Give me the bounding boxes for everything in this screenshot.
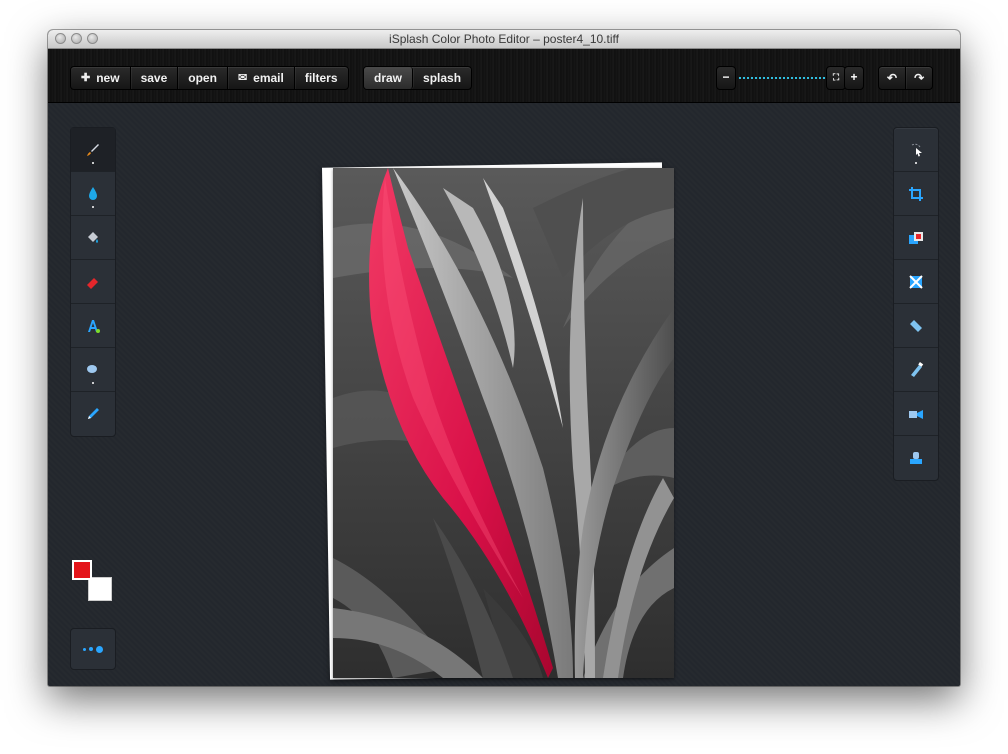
splash-mode-button[interactable]: splash [413, 67, 471, 89]
pen-tool[interactable] [71, 392, 115, 436]
mode-switch: draw splash [363, 66, 473, 90]
text-tool[interactable] [71, 304, 115, 348]
crop-icon [909, 186, 923, 201]
text-icon [88, 319, 100, 333]
open-label: open [188, 71, 217, 85]
pencil-tool[interactable] [894, 348, 938, 392]
stamp-tool[interactable] [894, 436, 938, 480]
ruler-tool[interactable] [894, 304, 938, 348]
canvas-area[interactable] [48, 103, 960, 686]
fit-screen-button[interactable]: ⛶ [826, 66, 846, 90]
paint-bucket-tool[interactable] [71, 216, 115, 260]
brush-size-selector[interactable] [70, 628, 116, 670]
brush-tool[interactable] [71, 128, 115, 172]
transform-icon [909, 274, 923, 289]
brush-icon [87, 143, 99, 156]
select-tool[interactable] [894, 128, 938, 172]
right-tool-palette [893, 127, 939, 481]
title-bar: iSplash Color Photo Editor – poster4_10.… [48, 30, 960, 49]
new-button[interactable]: ✚ new [71, 67, 131, 89]
new-label: new [96, 71, 120, 85]
brush-size-medium-icon [89, 647, 93, 651]
pen-icon [88, 408, 99, 419]
leaf-photo [333, 168, 674, 678]
ruler-icon [910, 319, 922, 332]
select-icon [911, 143, 922, 156]
paint-bucket-icon [88, 231, 98, 243]
draw-mode-button[interactable]: draw [364, 67, 414, 89]
draw-label: draw [374, 71, 403, 85]
stamp-icon [910, 452, 922, 464]
brush-size-large-icon [96, 645, 103, 653]
crop-tool[interactable] [894, 172, 938, 216]
open-button[interactable]: open [178, 67, 228, 89]
email-button[interactable]: ✉ email [228, 67, 295, 89]
zoom-out-button[interactable]: − [716, 66, 736, 90]
file-actions-group: ✚ new save open ✉ email filters [70, 66, 349, 90]
email-label: email [253, 71, 284, 85]
envelope-icon: ✉ [237, 72, 248, 84]
undo-button[interactable]: ↶ [879, 67, 907, 89]
video-tool[interactable] [894, 392, 938, 436]
filters-button[interactable]: filters [295, 67, 348, 89]
eraser-tool[interactable] [71, 260, 115, 304]
zoom-in-button[interactable]: + [844, 66, 864, 90]
filters-label: filters [304, 71, 338, 85]
save-button[interactable]: save [131, 67, 179, 89]
zoom-slider[interactable] [738, 77, 826, 79]
left-tool-palette [70, 127, 116, 437]
redo-button[interactable]: ↷ [906, 67, 932, 89]
photo-canvas[interactable] [333, 168, 674, 678]
history-group: ↶ ↷ [878, 66, 934, 90]
pencil-icon [911, 361, 924, 377]
layers-icon [909, 231, 923, 244]
save-label: save [140, 71, 168, 85]
main-toolbar: ✚ new save open ✉ email filters draw splas… [48, 49, 960, 103]
plus-icon: ✚ [81, 72, 91, 84]
brush-size-small-icon [83, 647, 86, 651]
drop-icon [89, 186, 97, 200]
layers-tool[interactable] [894, 216, 938, 260]
eraser-icon [87, 277, 98, 289]
video-icon [909, 409, 923, 419]
background-color-swatch[interactable] [88, 577, 112, 601]
smudge-tool[interactable] [71, 348, 115, 392]
smudge-icon [87, 364, 97, 373]
foreground-color-swatch[interactable] [72, 560, 92, 580]
transform-tool[interactable] [894, 260, 938, 304]
app-window: iSplash Color Photo Editor – poster4_10.… [48, 30, 960, 686]
drop-tool[interactable] [71, 172, 115, 216]
window-title: iSplash Color Photo Editor – poster4_10.… [389, 32, 619, 46]
splash-label: splash [423, 71, 462, 85]
